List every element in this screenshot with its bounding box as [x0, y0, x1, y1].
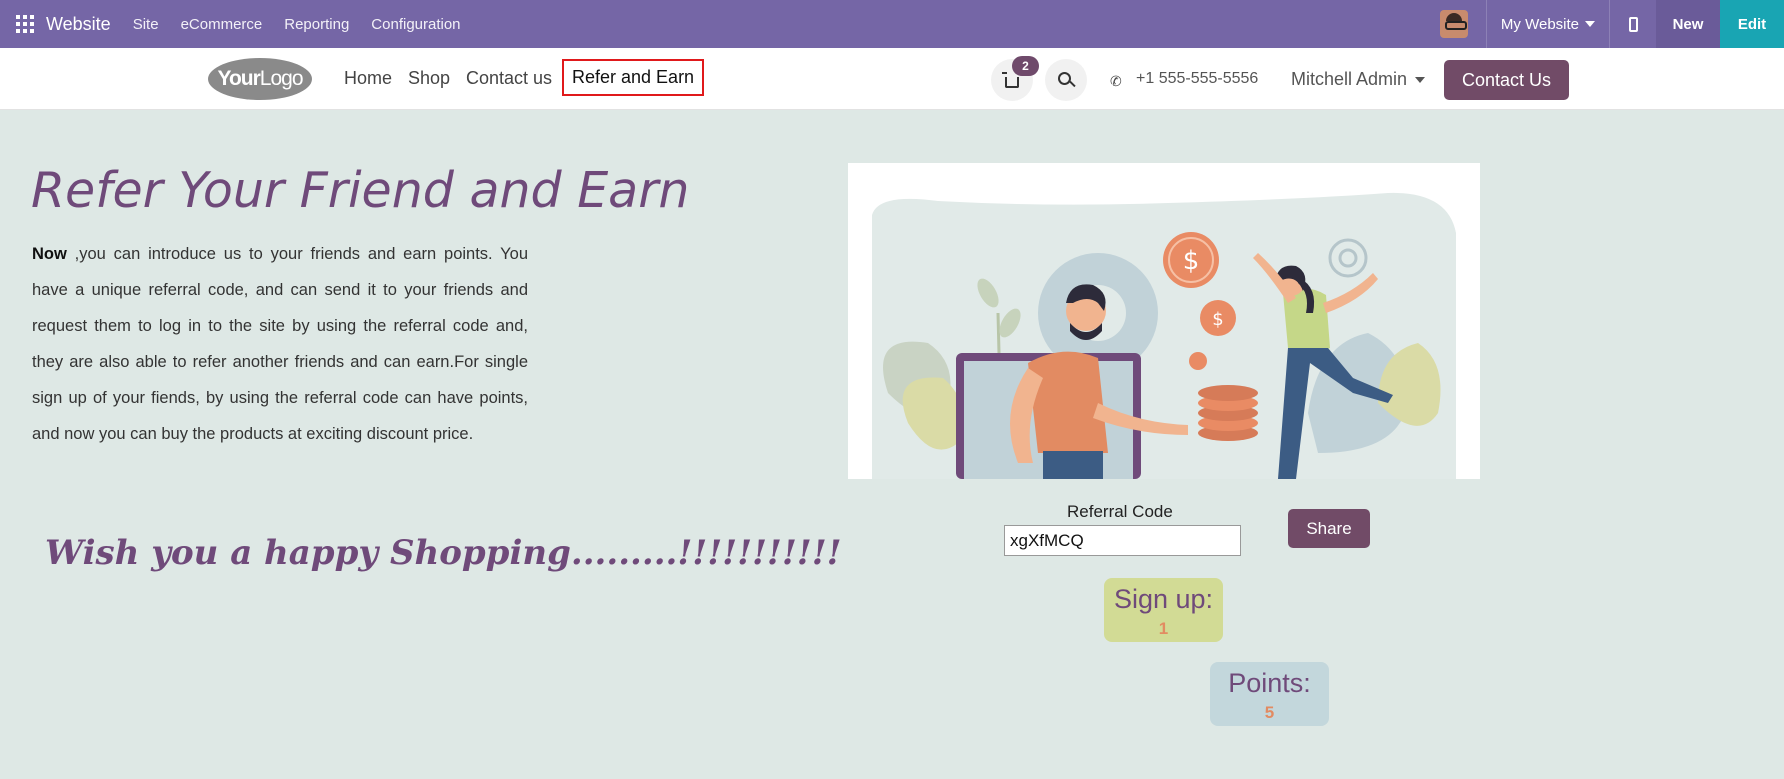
- points-label: Points:: [1228, 668, 1311, 698]
- menu-site[interactable]: Site: [133, 16, 159, 33]
- intro-text: ,you can introduce us to your friends an…: [32, 245, 528, 443]
- svg-text:$: $: [1183, 246, 1200, 276]
- site-logo[interactable]: Your Logo: [208, 58, 312, 100]
- chevron-down-icon: [1415, 76, 1426, 83]
- points-value: 5: [1264, 703, 1275, 722]
- new-button[interactable]: New: [1656, 0, 1720, 48]
- mobile-preview-icon[interactable]: [1610, 16, 1656, 32]
- apps-menu-icon[interactable]: [16, 15, 34, 33]
- referral-code-input[interactable]: [1004, 525, 1241, 556]
- top-menu-bar: Website Site eCommerce Reporting Configu…: [0, 0, 1784, 48]
- signup-card: Sign up: 1: [1104, 578, 1223, 642]
- website-header: Your Logo Home Shop Contact us Refer and …: [0, 48, 1784, 110]
- points-card: Points: 5: [1210, 662, 1329, 726]
- intro-paragraph: Now ,you can introduce us to your friend…: [32, 236, 528, 452]
- menu-ecommerce[interactable]: eCommerce: [181, 16, 263, 33]
- app-brand[interactable]: Website: [46, 14, 111, 35]
- website-selector[interactable]: My Website: [1487, 16, 1609, 33]
- cart-icon: [1002, 71, 1019, 88]
- page-title: Refer Your Friend and Earn: [31, 162, 690, 219]
- signup-count: 1: [1158, 619, 1169, 638]
- share-button[interactable]: Share: [1288, 509, 1370, 548]
- logo-text-bold: Your: [217, 67, 261, 90]
- contact-us-button[interactable]: Contact Us: [1444, 60, 1569, 100]
- search-button[interactable]: [1045, 59, 1087, 101]
- menu-reporting[interactable]: Reporting: [284, 16, 349, 33]
- user-avatar[interactable]: [1439, 10, 1468, 38]
- website-selector-label: My Website: [1500, 15, 1579, 33]
- chevron-down-icon: [1585, 21, 1595, 27]
- user-menu[interactable]: Mitchell Admin: [1291, 69, 1426, 90]
- logo-text-light: Logo: [259, 67, 304, 90]
- edit-button[interactable]: Edit: [1720, 0, 1784, 48]
- intro-bold: Now: [32, 245, 67, 263]
- search-icon: [1057, 71, 1071, 85]
- nav-contact-us[interactable]: Contact us: [466, 68, 552, 89]
- referral-illustration: $ $: [848, 163, 1480, 479]
- user-name: Mitchell Admin: [1291, 69, 1408, 89]
- signup-label: Sign up:: [1113, 584, 1214, 614]
- phone-icon: ✆: [1110, 73, 1122, 89]
- referral-code-label: Referral Code: [1067, 502, 1173, 521]
- wish-message: Wish you a happy Shopping.........!!!!!!…: [45, 533, 842, 573]
- nav-shop[interactable]: Shop: [408, 68, 450, 89]
- illustration-svg: $ $: [872, 192, 1456, 479]
- svg-text:$: $: [1212, 309, 1223, 330]
- phone-number[interactable]: +1 555-555-5556: [1136, 70, 1258, 88]
- cart-count-badge: 2: [1012, 56, 1039, 76]
- nav-home[interactable]: Home: [344, 68, 392, 89]
- menu-configuration[interactable]: Configuration: [371, 16, 460, 33]
- nav-refer-and-earn[interactable]: Refer and Earn: [562, 59, 705, 96]
